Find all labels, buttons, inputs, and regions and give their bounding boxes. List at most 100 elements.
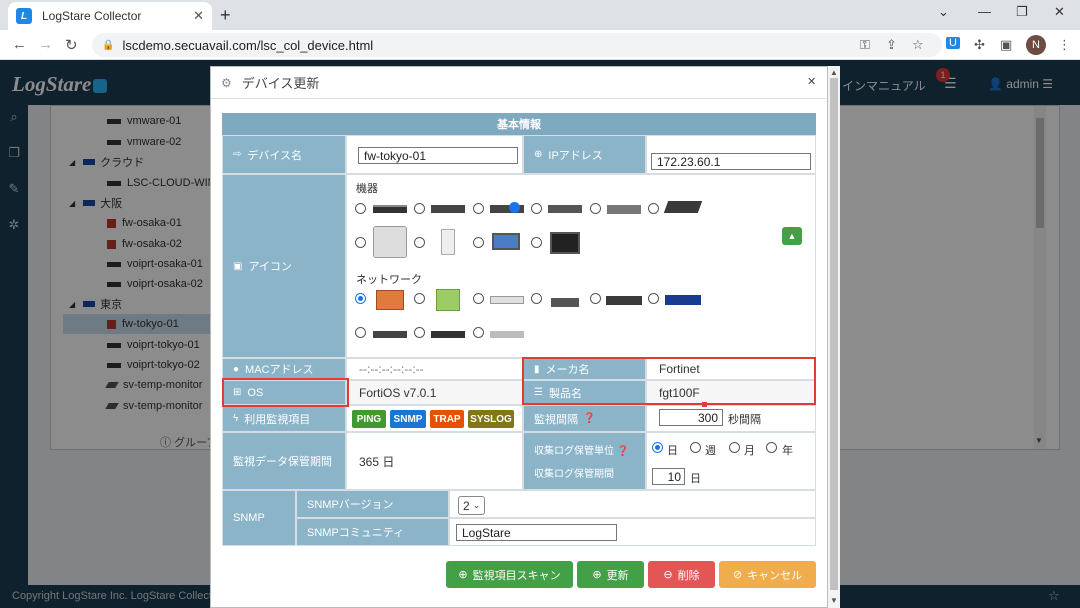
- icon-radio[interactable]: [648, 203, 659, 214]
- new-tab-icon[interactable]: +: [220, 5, 231, 26]
- interval-input[interactable]: [659, 409, 723, 426]
- icon-radio[interactable]: [414, 237, 425, 248]
- close-icon[interactable]: ✕: [193, 8, 204, 24]
- lock-icon: 🔒: [102, 39, 115, 51]
- icon-radio[interactable]: [414, 293, 425, 304]
- image-icon: ▣: [233, 260, 243, 272]
- chevron-down-icon: ⌄: [472, 500, 481, 510]
- cancel-button[interactable]: ⊘ キャンセル: [719, 561, 816, 588]
- icon-radio[interactable]: [531, 203, 542, 214]
- ban-icon: ⊘: [732, 569, 743, 581]
- key-icon[interactable]: ⚿: [860, 37, 870, 53]
- snmp-version-label: SNMPバージョン: [296, 490, 449, 518]
- snmp-tag[interactable]: SNMP: [390, 410, 426, 428]
- router-icon: [436, 289, 460, 311]
- icon-radio[interactable]: [531, 237, 542, 248]
- switch-icon: [606, 296, 642, 305]
- retention-label: 監視データ保管期間: [222, 432, 346, 490]
- icon-radio[interactable]: [414, 327, 425, 338]
- snmp-label: SNMP: [222, 490, 296, 546]
- log-unit-day-radio[interactable]: [652, 442, 663, 453]
- star-icon[interactable]: ☆: [912, 37, 924, 53]
- puzzle-icon[interactable]: ✣: [974, 37, 985, 53]
- switch-icon: [431, 331, 465, 338]
- snmp-version-select[interactable]: 2 ⌄: [458, 496, 485, 515]
- log-unit-year-radio[interactable]: [766, 442, 777, 453]
- icon-radio[interactable]: [473, 327, 484, 338]
- wifi-router-icon: [551, 298, 579, 307]
- log-unit-week-label: 週: [705, 445, 716, 457]
- reload-icon[interactable]: ↻: [65, 36, 78, 54]
- back-icon[interactable]: ←: [12, 36, 27, 53]
- gear-icon: ⚙: [221, 75, 232, 90]
- avatar[interactable]: N: [1026, 35, 1046, 55]
- ip-label: ⊕ IPアドレス: [523, 135, 646, 174]
- log-unit-week-radio[interactable]: [690, 442, 701, 453]
- collapse-button[interactable]: ▲: [782, 227, 802, 245]
- log-unit-month-label: 月: [744, 445, 755, 457]
- icon-radio[interactable]: [473, 293, 484, 304]
- switch-icon: [490, 296, 524, 304]
- os-label-highlight: [222, 378, 349, 407]
- scan-button[interactable]: ⊕ 監視項目スキャン: [446, 561, 573, 588]
- syslog-tag[interactable]: SYSLOG: [468, 410, 514, 428]
- maker-product-highlight: [522, 357, 816, 405]
- modal-scroll-thumb[interactable]: [830, 78, 838, 590]
- icon-radio[interactable]: [355, 203, 366, 214]
- delete-button[interactable]: ⊖ 削除: [648, 561, 715, 588]
- laptop-icon: [492, 233, 520, 250]
- server-tower-icon: [373, 226, 407, 258]
- extension-u-icon[interactable]: U: [946, 37, 960, 49]
- minimize-icon[interactable]: —: [978, 4, 991, 19]
- scroll-up-icon[interactable]: ▲: [830, 68, 838, 77]
- switch-icon: [373, 331, 407, 338]
- ip-input[interactable]: [651, 153, 811, 170]
- switch-icon: [490, 331, 524, 338]
- icon-label: ▣ アイコン: [222, 174, 346, 358]
- icon-radio[interactable]: [648, 293, 659, 304]
- trap-tag[interactable]: TRAP: [430, 410, 464, 428]
- desktop-icon: [550, 232, 580, 254]
- icon-radio[interactable]: [473, 237, 484, 248]
- browser-tab[interactable]: L LogStare Collector ✕: [8, 2, 212, 30]
- info-icon: ●: [233, 363, 240, 375]
- section-title: 基本情報: [222, 113, 816, 135]
- close-window-icon[interactable]: ✕: [1054, 4, 1065, 20]
- ping-tag[interactable]: PING: [352, 410, 386, 428]
- icon-radio[interactable]: [414, 203, 425, 214]
- snmp-community-input[interactable]: [456, 524, 617, 541]
- log-period-unit: 日: [690, 473, 701, 485]
- icon-radio-selected[interactable]: [355, 293, 366, 304]
- globe-icon: [509, 202, 520, 213]
- log-unit-month-radio[interactable]: [729, 442, 740, 453]
- log-unit-year-label: 年: [782, 445, 793, 457]
- log-period-input[interactable]: [652, 468, 685, 485]
- scroll-down-icon[interactable]: ▼: [830, 596, 838, 605]
- menu-dots-icon[interactable]: ⋮: [1058, 37, 1071, 53]
- icon-radio[interactable]: [590, 203, 601, 214]
- mac-value: --:--:--:--:--:--: [346, 358, 523, 380]
- edit-icon: ⇨: [233, 149, 242, 160]
- restore-icon[interactable]: ❐: [1016, 4, 1028, 20]
- update-button[interactable]: ⊕ 更新: [577, 561, 644, 588]
- icon-radio[interactable]: [355, 327, 366, 338]
- url-text: lscdemo.secuavail.com/lsc_col_device.htm…: [122, 37, 374, 53]
- help-icon: ❓: [583, 413, 596, 424]
- plus-circle-icon: ⊕: [458, 569, 468, 581]
- icon-radio[interactable]: [531, 293, 542, 304]
- icon-radio[interactable]: [590, 293, 601, 304]
- sidepanel-icon[interactable]: ▣: [1000, 37, 1012, 53]
- server-rack-icon: [607, 205, 641, 214]
- logstare-favicon-icon: L: [16, 8, 32, 24]
- server-rack-icon: [431, 205, 465, 213]
- url-field[interactable]: 🔒 lscdemo.secuavail.com/lsc_col_device.h…: [92, 33, 942, 57]
- close-icon[interactable]: ✕: [807, 75, 816, 88]
- forward-icon[interactable]: →: [38, 36, 53, 53]
- icon-radio[interactable]: [355, 237, 366, 248]
- share-icon[interactable]: ⇪: [886, 37, 897, 53]
- chevron-down-icon[interactable]: ⌄: [938, 4, 949, 20]
- icon-radio[interactable]: [473, 203, 484, 214]
- monitor-items-label: ϟ 利用監視項目: [222, 405, 346, 432]
- device-name-label: ⇨ デバイス名: [222, 135, 346, 174]
- device-name-input[interactable]: [358, 147, 518, 164]
